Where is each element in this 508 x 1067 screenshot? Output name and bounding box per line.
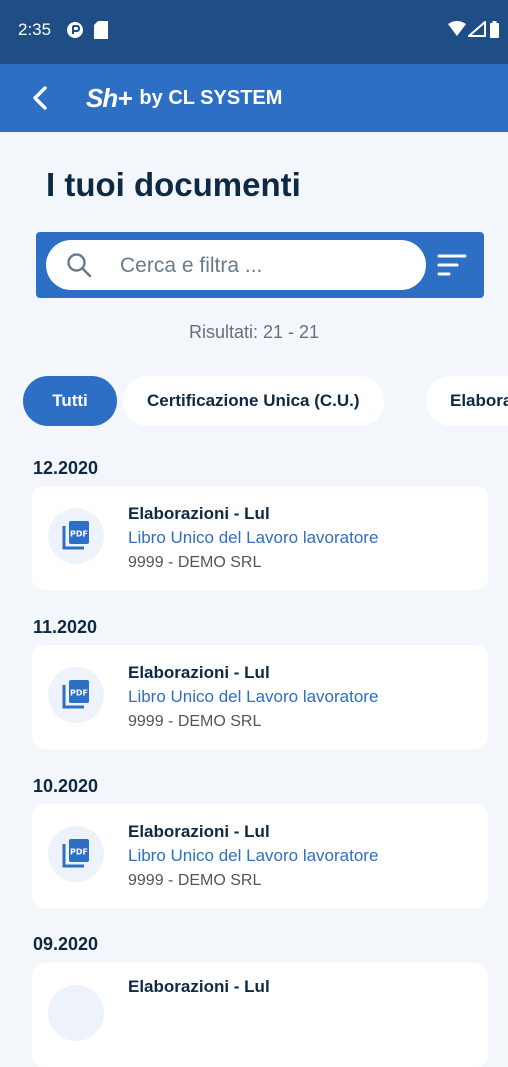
- svg-text:PDF: PDF: [70, 689, 88, 698]
- app-logo: Sh+ by CL SYSTEM: [86, 82, 282, 114]
- document-subtitle: Libro Unico del Lavoro lavoratore: [128, 528, 379, 547]
- document-title: Elaborazioni - Lul: [128, 504, 270, 523]
- status-time: 2:35: [18, 20, 52, 39]
- battery-icon: [490, 21, 499, 43]
- logo-mark: Sh+: [86, 82, 132, 113]
- document-title: Elaborazioni - Lul: [128, 977, 270, 996]
- month-header: 12.2020: [33, 458, 99, 478]
- document-subtitle: Libro Unico del Lavoro lavoratore: [128, 846, 379, 865]
- document-card[interactable]: PDF Elaborazioni - Lul Libro Unico del L…: [32, 645, 488, 749]
- filter-sort-icon[interactable]: [437, 252, 467, 278]
- document-card[interactable]: PDF Elaborazioni - Lul Libro Unico del L…: [32, 486, 488, 590]
- svg-text:PDF: PDF: [70, 848, 88, 857]
- category-chips: Tutti Certificazione Unica (C.U.) Elabor…: [0, 376, 508, 426]
- document-card[interactable]: Elaborazioni - Lul: [32, 963, 488, 1067]
- pdf-icon: PDF: [48, 508, 104, 564]
- document-company: 9999 - DEMO SRL: [128, 872, 262, 889]
- month-header: 09.2020: [33, 934, 99, 954]
- document-subtitle: Libro Unico del Lavoro lavoratore: [128, 687, 379, 706]
- month-header: 10.2020: [33, 776, 99, 796]
- chip-tutti[interactable]: Tutti: [23, 376, 117, 426]
- chip-elaborazioni[interactable]: Elaborazioni: [426, 376, 508, 426]
- search-bar: Cerca e filtra ...: [36, 232, 484, 298]
- app-bar: Sh+ by CL SYSTEM: [0, 64, 508, 132]
- search-input[interactable]: Cerca e filtra ...: [46, 240, 426, 290]
- svg-text:PDF: PDF: [70, 530, 88, 539]
- sd-card-icon: [94, 21, 108, 44]
- pdf-icon: PDF: [48, 667, 104, 723]
- notification-icon: [66, 21, 84, 44]
- search-icon: [66, 252, 92, 283]
- signal-icon: [466, 19, 486, 42]
- document-company: 9999 - DEMO SRL: [128, 554, 262, 571]
- document-title: Elaborazioni - Lul: [128, 822, 270, 841]
- back-arrow-icon[interactable]: [26, 83, 56, 113]
- search-placeholder: Cerca e filtra ...: [120, 254, 263, 277]
- document-title: Elaborazioni - Lul: [128, 663, 270, 682]
- pdf-icon: PDF: [48, 826, 104, 882]
- pdf-icon: [48, 985, 104, 1041]
- logo-text: by CL SYSTEM: [139, 86, 283, 109]
- page-title: I tuoi documenti: [46, 166, 301, 203]
- document-card[interactable]: PDF Elaborazioni - Lul Libro Unico del L…: [32, 804, 488, 908]
- document-company: 9999 - DEMO SRL: [128, 713, 262, 730]
- status-bar: 2:35: [0, 0, 508, 64]
- month-header: 11.2020: [33, 617, 98, 637]
- chip-certificazione-unica[interactable]: Certificazione Unica (C.U.): [123, 376, 384, 426]
- results-count: Risultati: 21 - 21: [188, 322, 320, 342]
- wifi-icon: [448, 21, 466, 42]
